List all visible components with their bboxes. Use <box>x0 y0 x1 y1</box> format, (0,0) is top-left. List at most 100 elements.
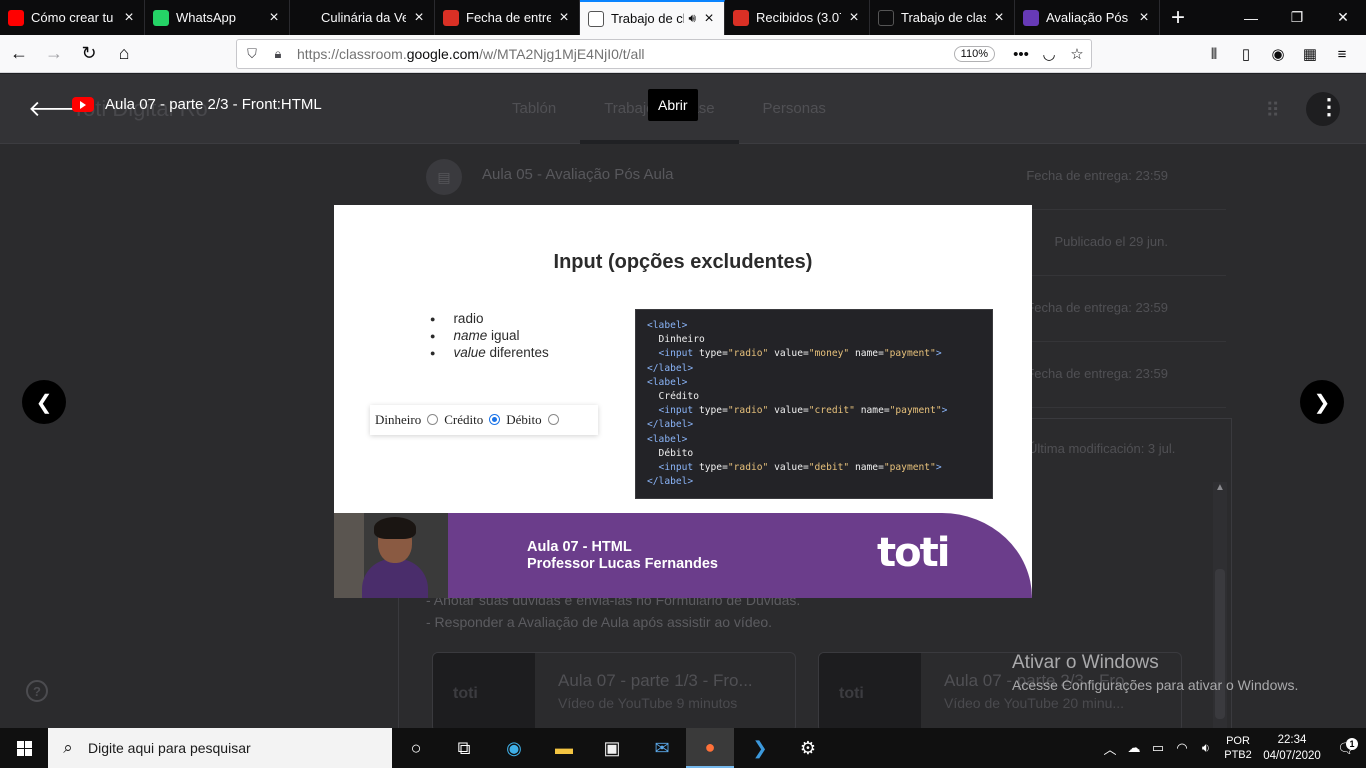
slide-title: Input (opções excludentes) <box>553 251 813 273</box>
vscode-icon[interactable]: ❯ <box>736 728 784 768</box>
home-button[interactable]: ⌂ <box>108 38 140 70</box>
browser-tab[interactable]: Avaliação Pós A × <box>1015 0 1160 35</box>
code-line: <label> <box>647 433 992 447</box>
code-token: name= <box>854 405 890 417</box>
page-icon <box>298 9 314 26</box>
video-thumbnail: toti <box>433 653 535 728</box>
notification-center-icon[interactable]: 🗨︎ 1 <box>1326 737 1366 757</box>
edge-icon[interactable]: ◉ <box>490 728 538 768</box>
video-thumbnail: toti <box>819 653 921 728</box>
close-tab-icon[interactable]: × <box>122 9 136 27</box>
file-explorer-icon[interactable]: ▬ <box>540 728 588 768</box>
mail-icon[interactable]: ✉ <box>638 728 686 768</box>
page-actions-icon[interactable]: ••• <box>1007 46 1035 63</box>
browser-tab[interactable]: Culinária da Venezu × <box>290 0 435 35</box>
video-meta: Vídeo de YouTube 20 minu... <box>944 695 1125 711</box>
close-tab-icon[interactable]: × <box>412 9 426 27</box>
url-bar[interactable]: ⛉ 🔒︎ https://classroom.google.com/w/MTA2… <box>236 39 1092 69</box>
firefox-icon[interactable]: ● <box>686 728 734 768</box>
instruction-line: - Responder a Avaliação de Aula após ass… <box>426 614 773 630</box>
tab-title: Culinária da Venezu <box>321 10 406 25</box>
close-tab-icon[interactable]: × <box>1137 9 1151 27</box>
code-token: "radio" <box>727 405 769 417</box>
taskbar: ⌕ Digite aqui para pesquisar ○ ⧉ ◉ ▬ ▣ ✉… <box>0 728 1366 768</box>
wifi-icon[interactable]: ◠ <box>1170 740 1194 756</box>
close-tab-icon[interactable]: × <box>992 9 1006 27</box>
bookmark-star-icon[interactable]: ☆ <box>1063 45 1091 63</box>
code-line: <input type="radio" value="money" name="… <box>647 347 992 361</box>
store-icon[interactable]: ▣ <box>588 728 636 768</box>
battery-icon[interactable]: ▭ <box>1146 740 1170 756</box>
close-tab-icon[interactable]: × <box>702 10 716 28</box>
browser-tab[interactable]: WhatsApp × <box>145 0 290 35</box>
task-view-icon[interactable]: ⧉ <box>440 728 488 768</box>
show-hidden-icons-icon[interactable]: ︿ <box>1098 739 1122 758</box>
classwork-item[interactable]: ▤ Aula 05 - Avaliação Pós Aula Fecha de en… <box>398 144 1226 210</box>
zoom-level[interactable]: 110% <box>953 46 995 62</box>
shield-icon[interactable]: ⛉ <box>241 46 263 62</box>
tab-tabl-n[interactable]: Tablón <box>488 74 580 144</box>
gmail-icon <box>733 9 749 26</box>
close-window-button[interactable]: ✕ <box>1320 0 1366 35</box>
back-button[interactable]: ← <box>3 38 35 70</box>
forward-button[interactable]: → <box>38 38 70 70</box>
scroll-up-icon[interactable]: ▲ <box>1213 482 1227 493</box>
video-frame[interactable]: Input (opções excludentes) radio name igu… <box>334 205 1032 598</box>
code-token: Débito <box>647 447 694 459</box>
taskbar-search[interactable]: ⌕ Digite aqui para pesquisar <box>48 728 392 768</box>
banner-text: Aula 07 - HTML Professor Lucas Fernandes <box>527 539 718 573</box>
browser-tab[interactable]: Recibidos (3.07( × <box>725 0 870 35</box>
close-tab-icon[interactable]: × <box>847 9 861 27</box>
clock[interactable]: 22:34 04/07/2020 <box>1258 732 1326 764</box>
volume-icon[interactable]: 🔉︎ <box>1194 740 1218 756</box>
radio-label: Dinheiro <box>375 412 422 427</box>
reload-button[interactable]: ↻ <box>73 38 105 70</box>
activation-watermark-title: Ativar o Windows <box>1012 652 1159 673</box>
new-tab-button[interactable]: + <box>1160 0 1196 35</box>
minimize-button[interactable]: — <box>1228 0 1274 35</box>
code-token: "radio" <box>727 462 769 474</box>
browser-tab[interactable]: Trabajo de clase × <box>870 0 1015 35</box>
previous-icon[interactable]: ❮ <box>22 380 66 424</box>
library-icon[interactable]: ⫴ <box>1198 46 1230 63</box>
extensions-icon[interactable]: ▦ <box>1294 45 1326 63</box>
code-token: "payment" <box>883 462 936 474</box>
settings-gear-icon[interactable]: ⚙ <box>784 728 832 768</box>
apps-grid-icon[interactable]: ⠿ <box>1265 98 1280 123</box>
start-button[interactable] <box>0 728 48 768</box>
close-tab-icon[interactable]: × <box>557 9 571 27</box>
browser-tab[interactable]: Fecha de entreg × <box>435 0 580 35</box>
code-token: <label> <box>647 320 688 331</box>
scroll-thumb[interactable] <box>1215 569 1225 719</box>
help-icon[interactable]: ? <box>26 680 48 702</box>
maximize-button[interactable]: ❐ <box>1274 0 1320 35</box>
open-button[interactable]: Abrir <box>648 89 698 121</box>
input-language[interactable]: POR PTB2 <box>1218 734 1258 762</box>
speaker-icon[interactable]: 🔊︎ <box>688 11 696 26</box>
url-text[interactable]: https://classroom.google.com/w/MTA2Njg1M… <box>297 46 954 62</box>
more-options-icon[interactable]: ⋮ <box>1318 94 1340 120</box>
code-token: </label> <box>647 362 694 374</box>
lock-icon[interactable]: 🔒︎ <box>267 46 289 62</box>
code-token: <label> <box>647 376 688 388</box>
close-tab-icon[interactable]: × <box>267 9 281 27</box>
tab-title: Recibidos (3.07( <box>756 10 841 25</box>
code-token: name= <box>849 348 884 360</box>
slide-bullets: radioname igualvalue diferentes <box>430 311 549 362</box>
browser-tab[interactable]: Cómo crear tu p × <box>0 0 145 35</box>
sidebar-icon[interactable]: ▯ <box>1230 45 1262 63</box>
onedrive-icon[interactable]: ☁ <box>1122 740 1146 756</box>
menu-icon[interactable]: ≡ <box>1326 46 1358 63</box>
bullet-text: diferentes <box>485 345 549 360</box>
radio-button <box>489 413 501 425</box>
account-icon[interactable]: ◉ <box>1262 45 1294 63</box>
next-icon[interactable]: ❯ <box>1300 380 1344 424</box>
browser-tab[interactable]: Trabajo de cl 🔊︎ × <box>580 0 725 35</box>
tab-personas[interactable]: Personas <box>739 74 850 144</box>
pocket-icon[interactable]: ◡ <box>1035 45 1063 63</box>
video-card[interactable]: toti Aula 07 - parte 1/3 - Fro... Vídeo … <box>432 652 796 728</box>
search-placeholder[interactable]: Digite aqui para pesquisar <box>88 740 251 756</box>
bullet-emphasis: name <box>453 328 488 343</box>
bullet-emphasis: value <box>453 345 486 360</box>
cortana-icon[interactable]: ○ <box>392 728 440 768</box>
